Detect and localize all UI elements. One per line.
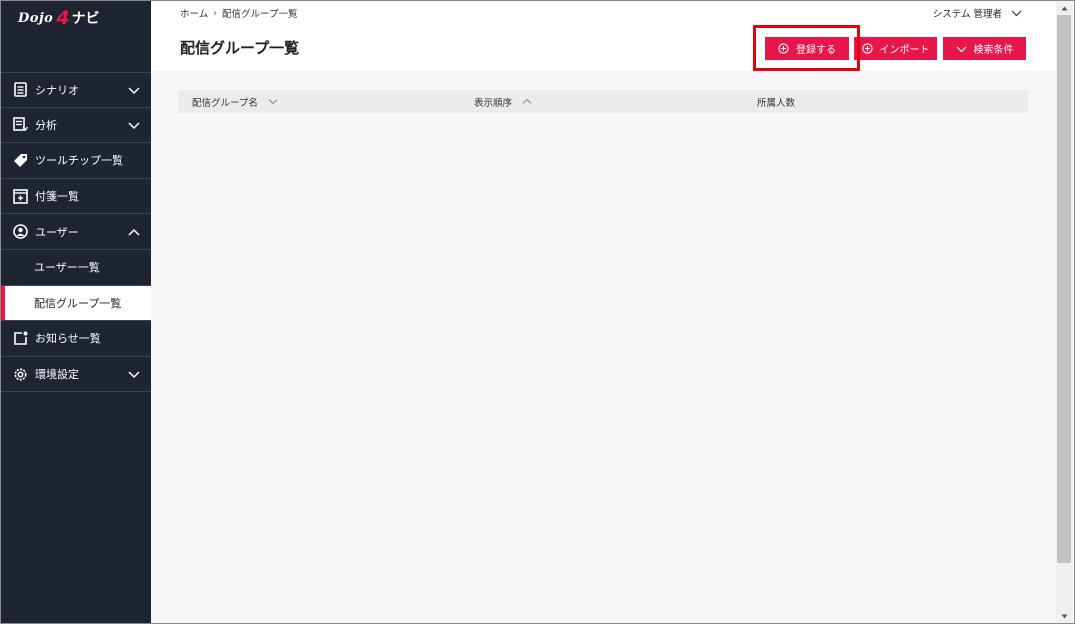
app-logo[interactable]: Dojo 4 ナビ: [18, 7, 100, 29]
user-menu[interactable]: システム 管理者: [933, 6, 1022, 20]
sidebar-item-tooltips[interactable]: ツールチップ一覧: [1, 143, 151, 179]
user-name: システム 管理者: [932, 9, 1002, 20]
logo-word: Dojo: [18, 10, 54, 26]
scrollbar-thumb[interactable]: [1057, 15, 1071, 563]
sidebar-item-settings[interactable]: 環境設定: [1, 357, 151, 393]
column-header-display-order[interactable]: 表示順序: [474, 90, 532, 113]
column-header-label: 配信グループ名: [192, 97, 258, 109]
page-title: 配信グループ一覧: [180, 39, 300, 57]
sidebar-item-label: 分析: [35, 118, 57, 132]
sidebar-nav: シナリオ 分析 ツールチップ一覧 付箋一覧 ユーザー ユーザー一覧 配信グループ…: [1, 72, 151, 393]
gear-icon: [12, 366, 28, 382]
highlight-box: [753, 25, 860, 71]
sidebar-item-label: 環境設定: [35, 368, 79, 382]
logo-suffix: ナビ: [71, 11, 100, 27]
sidebar-item-notices[interactable]: お知らせ一覧: [1, 321, 151, 357]
tag-icon: [12, 152, 28, 168]
logo-number: 4: [56, 6, 70, 29]
sidebar-item-label: シナリオ: [35, 83, 79, 97]
column-header-group-name[interactable]: 配信グループ名: [192, 90, 278, 113]
sidebar-item-label: 付箋一覧: [35, 190, 79, 204]
notice-icon: [12, 330, 28, 346]
chevron-down-icon: [128, 371, 140, 379]
sidebar-item-user-list[interactable]: ユーザー一覧: [1, 250, 151, 286]
sidebar-item-sticky-notes[interactable]: 付箋一覧: [1, 179, 151, 215]
sidebar: Dojo 4 ナビ シナリオ 分析 ツールチップ一覧 付箋一覧 ユーザー ユーザ…: [1, 1, 151, 623]
document-icon: [12, 82, 28, 98]
chevron-up-icon: [128, 228, 140, 236]
table-header: 配信グループ名 表示順序 所属人数: [178, 90, 1028, 113]
scroll-up-arrow-icon[interactable]: [1056, 1, 1073, 15]
sidebar-item-label: ユーザー一覧: [34, 261, 100, 275]
breadcrumb-home-link[interactable]: ホーム: [180, 6, 208, 20]
sidebar-item-user[interactable]: ユーザー: [1, 214, 151, 250]
chevron-down-icon: [956, 45, 967, 53]
chevron-down-icon: [128, 122, 140, 129]
sidebar-item-label: ツールチップ一覧: [35, 154, 123, 168]
user-circle-icon: [12, 224, 28, 240]
sidebar-item-scenario[interactable]: シナリオ: [1, 72, 151, 108]
chevron-up-icon: [522, 98, 532, 105]
import-button-label: インポート: [879, 45, 930, 56]
main-content: ホーム › 配信グループ一覧 システム 管理者 配信グループ一覧 登録する イン…: [151, 1, 1056, 623]
sidebar-item-delivery-groups[interactable]: 配信グループ一覧: [1, 285, 151, 322]
sidebar-item-label: お知らせ一覧: [35, 332, 101, 346]
page-header: ホーム › 配信グループ一覧 システム 管理者 配信グループ一覧 登録する イン…: [151, 1, 1056, 71]
search-conditions-button-label: 検索条件: [973, 45, 1014, 56]
sidebar-item-label: 配信グループ一覧: [34, 296, 122, 310]
breadcrumb: ホーム › 配信グループ一覧: [180, 6, 298, 21]
sticky-note-icon: [12, 188, 28, 204]
vertical-scrollbar[interactable]: [1056, 1, 1073, 623]
sidebar-item-analysis[interactable]: 分析: [1, 108, 151, 144]
chevron-down-icon: [268, 98, 278, 105]
breadcrumb-current: 配信グループ一覧: [222, 9, 298, 20]
plus-circle-icon: [861, 43, 873, 54]
chevron-down-icon: [1011, 10, 1022, 17]
column-header-label: 表示順序: [474, 97, 513, 109]
import-button[interactable]: インポート: [854, 37, 937, 60]
scroll-down-arrow-icon[interactable]: [1056, 609, 1073, 623]
chevron-down-icon: [128, 87, 140, 94]
search-conditions-button[interactable]: 検索条件: [943, 37, 1026, 60]
column-header-label: 所属人数: [757, 97, 796, 109]
column-header-member-count[interactable]: 所属人数: [757, 90, 795, 113]
breadcrumb-separator-icon: ›: [213, 7, 218, 19]
sidebar-item-label: ユーザー: [35, 225, 79, 239]
analysis-icon: [12, 117, 28, 133]
